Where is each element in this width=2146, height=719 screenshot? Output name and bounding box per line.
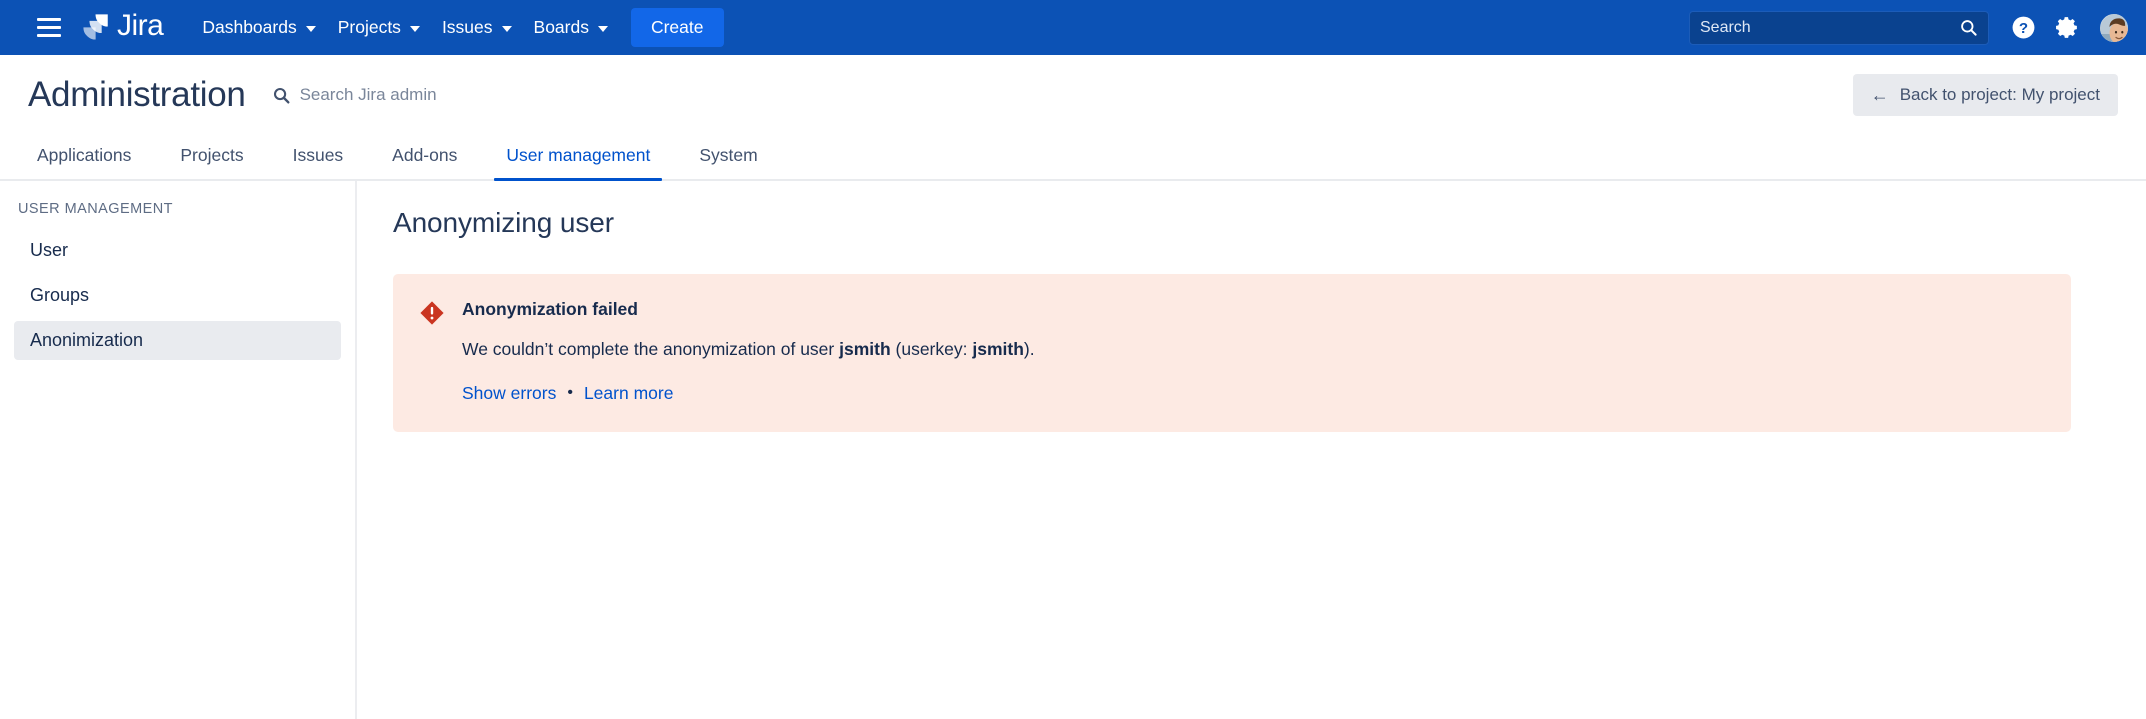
chevron-down-icon — [598, 26, 608, 32]
error-diamond-icon — [419, 300, 445, 326]
nav-item-label: Projects — [338, 17, 401, 38]
nav-item-label: Boards — [534, 17, 589, 38]
nav-item-label: Issues — [442, 17, 493, 38]
nav-right-group: ? — [1689, 0, 2130, 55]
gear-icon — [2055, 15, 2080, 40]
admin-search[interactable]: Search Jira admin — [272, 85, 437, 105]
admin-search-label: Search Jira admin — [300, 85, 437, 105]
sidebar-item-user[interactable]: User — [14, 231, 341, 270]
admin-tab-bar: Applications Projects Issues Add-ons Use… — [0, 135, 2146, 181]
sidebar-item-anonimization[interactable]: Anonimization — [14, 321, 341, 360]
error-message: We couldn’t complete the anonymization o… — [462, 338, 2045, 362]
hamburger-line — [37, 18, 61, 21]
page-title: Administration — [28, 75, 246, 115]
error-username: jsmith — [839, 339, 891, 359]
help-button[interactable]: ? — [2004, 9, 2042, 47]
anonymization-error-panel: Anonymization failed We couldn’t complet… — [393, 274, 2071, 432]
global-search-box[interactable] — [1689, 11, 1989, 45]
show-errors-link[interactable]: Show errors — [462, 383, 556, 404]
tab-projects[interactable]: Projects — [168, 145, 255, 179]
sidebar-heading: USER MANAGEMENT — [0, 201, 355, 217]
admin-header: Administration Search Jira admin ← Back … — [0, 55, 2146, 135]
error-links: Show errors • Learn more — [462, 383, 2045, 404]
nav-item-boards[interactable]: Boards — [523, 10, 619, 45]
back-to-project-button[interactable]: ← Back to project: My project — [1853, 74, 2118, 116]
tab-user-management[interactable]: User management — [494, 145, 662, 179]
link-separator: • — [567, 385, 573, 401]
user-avatar[interactable] — [2098, 12, 2130, 44]
error-message-middle: (userkey: — [891, 339, 973, 359]
chevron-down-icon — [502, 26, 512, 32]
nav-item-label: Dashboards — [202, 17, 296, 38]
top-navigation-bar: Jira Dashboards Projects Issues Boards C… — [0, 0, 2146, 55]
jira-logo-home-link[interactable]: Jira — [78, 11, 163, 45]
hamburger-line — [37, 26, 61, 29]
error-message-suffix: ). — [1024, 339, 1035, 359]
svg-text:?: ? — [2018, 20, 2027, 37]
tab-add-ons[interactable]: Add-ons — [380, 145, 469, 179]
jira-logo-icon — [78, 11, 112, 45]
search-icon[interactable] — [1959, 18, 1978, 37]
settings-button[interactable] — [2048, 9, 2086, 47]
help-circle-icon: ? — [2011, 15, 2036, 40]
sidebar-item-groups[interactable]: Groups — [14, 276, 341, 315]
nav-item-projects[interactable]: Projects — [327, 10, 431, 45]
error-userkey: jsmith — [972, 339, 1024, 359]
error-message-prefix: We couldn’t complete the anonymization o… — [462, 339, 839, 359]
learn-more-link[interactable]: Learn more — [584, 383, 674, 404]
chevron-down-icon — [410, 26, 420, 32]
brand-name: Jira — [117, 11, 163, 44]
error-title: Anonymization failed — [462, 299, 2045, 320]
content-heading: Anonymizing user — [393, 207, 2146, 239]
create-button[interactable]: Create — [631, 8, 724, 47]
content-area: USER MANAGEMENT User Groups Anonimizatio… — [0, 181, 2146, 719]
error-body: Anonymization failed We couldn’t complet… — [462, 299, 2045, 404]
tab-system[interactable]: System — [687, 145, 769, 179]
nav-item-dashboards[interactable]: Dashboards — [191, 10, 326, 45]
back-to-project-label: Back to project: My project — [1900, 85, 2100, 105]
hamburger-icon[interactable] — [34, 13, 64, 43]
arrow-left-icon: ← — [1871, 86, 1889, 104]
tab-issues[interactable]: Issues — [281, 145, 356, 179]
global-search-input[interactable] — [1700, 19, 1959, 37]
chevron-down-icon — [306, 26, 316, 32]
nav-item-issues[interactable]: Issues — [431, 10, 523, 45]
hamburger-line — [37, 34, 61, 37]
tab-applications[interactable]: Applications — [25, 145, 143, 179]
sidebar: USER MANAGEMENT User Groups Anonimizatio… — [0, 181, 357, 719]
main-content: Anonymizing user Anonymization failed We… — [357, 181, 2146, 719]
search-icon — [272, 86, 291, 105]
avatar-image — [2100, 14, 2130, 44]
